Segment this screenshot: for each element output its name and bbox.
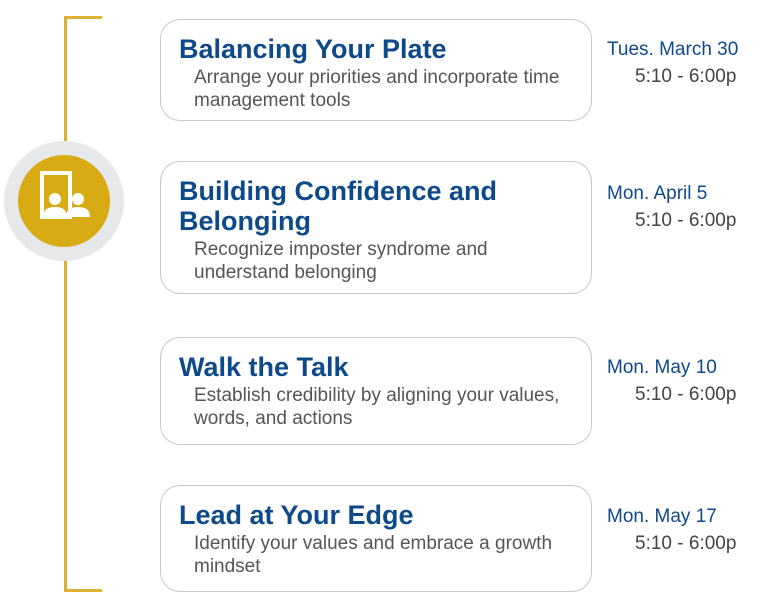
session-title: Balancing Your Plate bbox=[179, 34, 447, 64]
session-time: 5:10 - 6:00p bbox=[635, 533, 737, 554]
session-date: Mon. April 5 bbox=[607, 183, 708, 204]
session-schedule: Mon. April 5 5:10 - 6:00p bbox=[607, 180, 736, 234]
session-date: Tues. March 30 bbox=[607, 39, 739, 60]
bracket-top-cap bbox=[64, 16, 102, 19]
session-schedule: Mon. May 17 5:10 - 6:00p bbox=[607, 503, 736, 557]
session-schedule: Mon. May 10 5:10 - 6:00p bbox=[607, 354, 736, 408]
bracket-bottom-cap bbox=[64, 589, 102, 592]
session-time: 5:10 - 6:00p bbox=[635, 384, 737, 405]
icon-disc bbox=[18, 155, 110, 247]
session-description: Recognize imposter syndrome and understa… bbox=[194, 239, 488, 283]
session-description: Arrange your priorities and incorporate … bbox=[194, 67, 560, 111]
session-description: Identify your values and embrace a growt… bbox=[194, 533, 553, 577]
icon-badge bbox=[4, 141, 124, 261]
session-card: Lead at Your Edge Identify your values a… bbox=[160, 485, 592, 592]
session-time: 5:10 - 6:00p bbox=[635, 66, 737, 87]
session-time: 5:10 - 6:00p bbox=[635, 210, 737, 231]
timeline-bracket bbox=[64, 16, 67, 592]
session-card: Balancing Your Plate Arrange your priori… bbox=[160, 19, 592, 121]
session-date: Mon. May 17 bbox=[607, 506, 717, 527]
session-description: Establish credibility by aligning your v… bbox=[194, 385, 560, 429]
session-title: Walk the Talk bbox=[179, 352, 349, 382]
session-schedule: Tues. March 30 5:10 - 6:00p bbox=[607, 36, 738, 90]
two-people-icon bbox=[40, 171, 90, 219]
session-title: Building Confidence and Belonging bbox=[179, 176, 497, 236]
session-card: Walk the Talk Establish credibility by a… bbox=[160, 337, 592, 445]
session-date: Mon. May 10 bbox=[607, 357, 717, 378]
session-card: Building Confidence and Belonging Recogn… bbox=[160, 161, 592, 294]
session-title: Lead at Your Edge bbox=[179, 500, 414, 530]
